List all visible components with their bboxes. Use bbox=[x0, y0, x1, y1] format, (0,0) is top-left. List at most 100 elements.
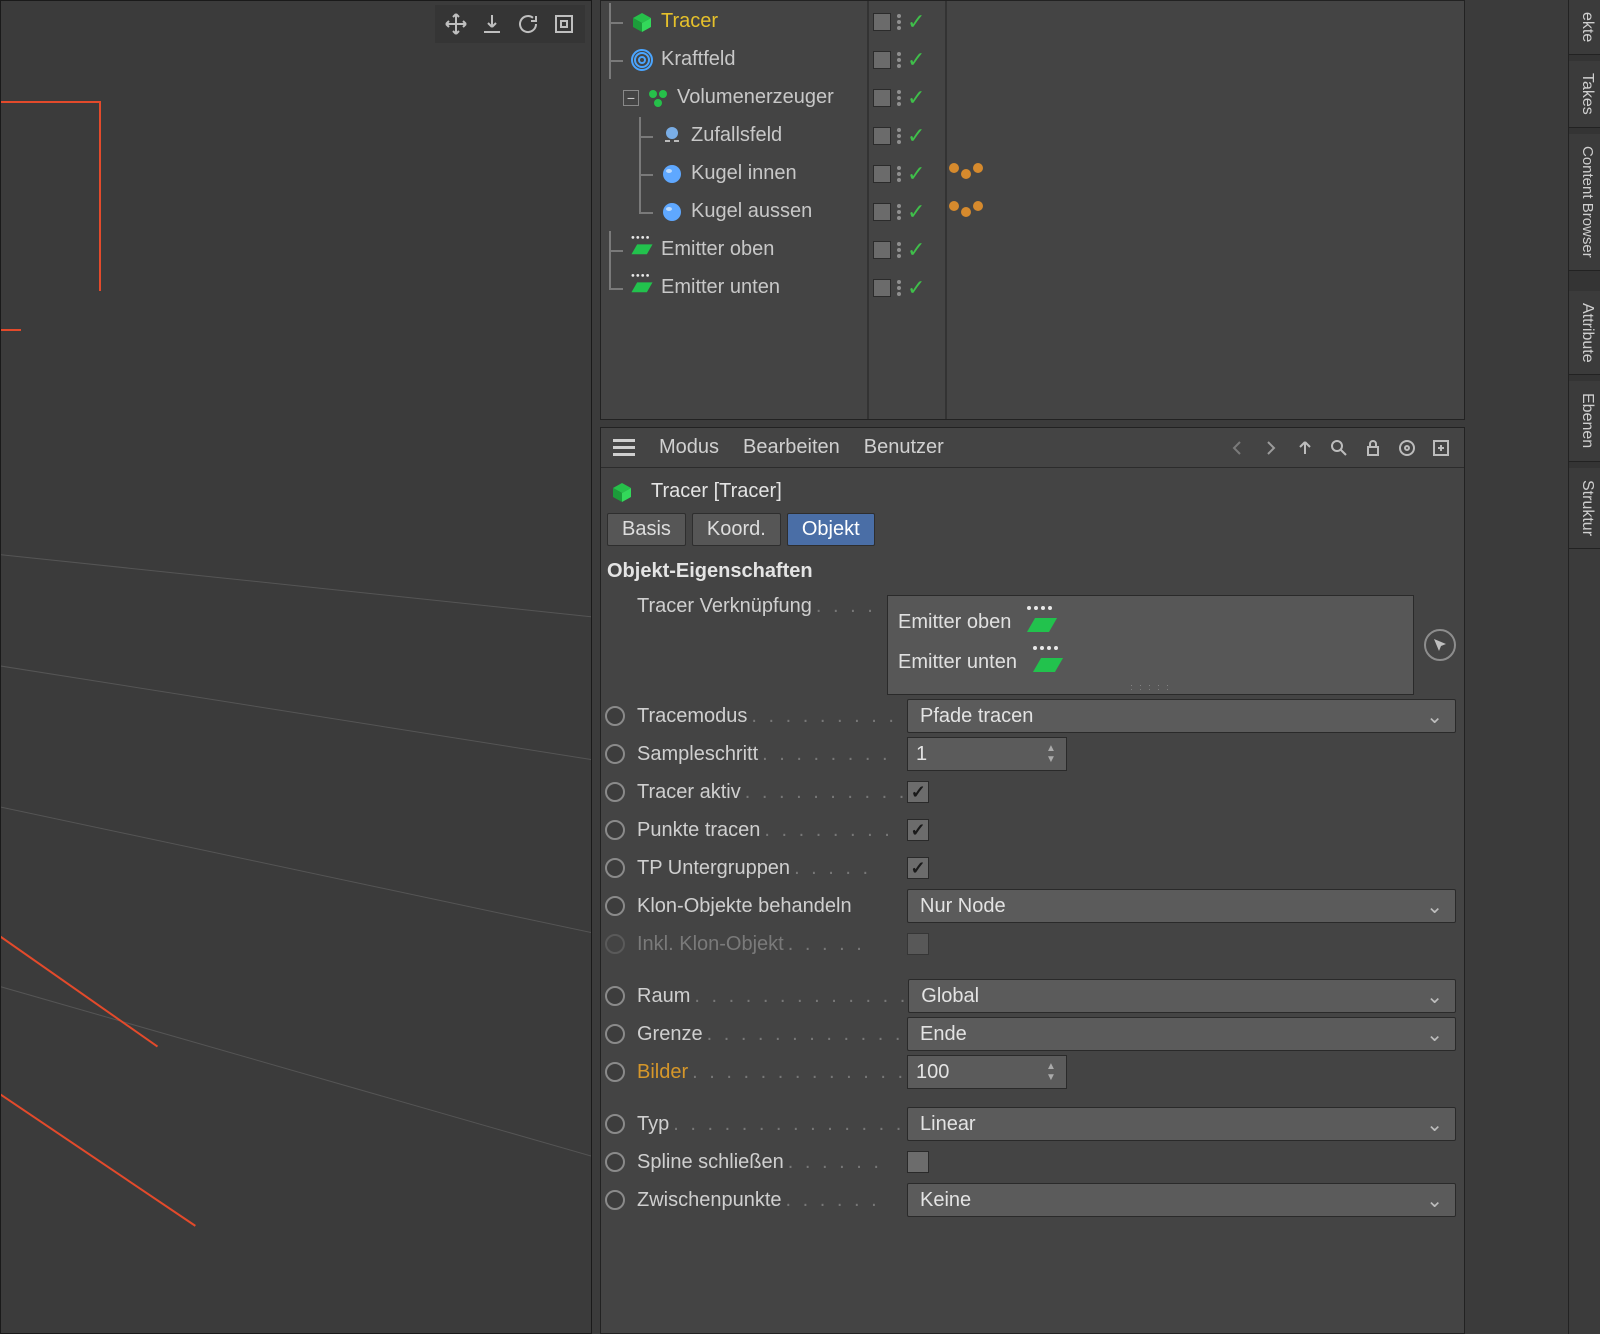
dropdown-raum[interactable]: Global ⌄ bbox=[908, 979, 1456, 1013]
object-name[interactable]: Kraftfeld bbox=[661, 48, 735, 71]
object-name[interactable]: Emitter oben bbox=[661, 238, 774, 261]
layer-dots-icon[interactable] bbox=[897, 128, 901, 144]
object-name[interactable]: Zufallsfeld bbox=[691, 124, 782, 147]
menu-user[interactable]: Benutzer bbox=[864, 436, 944, 459]
checkbox-spline-schliessen[interactable] bbox=[907, 1151, 929, 1173]
visibility-toggle[interactable] bbox=[873, 51, 891, 69]
object-row-emitter-unten[interactable]: Emitter unten ✓ bbox=[601, 269, 1464, 307]
anim-key-toggle[interactable] bbox=[605, 1190, 625, 1210]
layer-dots-icon[interactable] bbox=[897, 242, 901, 258]
object-row-tracer[interactable]: Tracer ✓ bbox=[601, 3, 1464, 41]
object-row-kraftfeld[interactable]: Kraftfeld ✓ bbox=[601, 41, 1464, 79]
visibility-toggle[interactable] bbox=[873, 127, 891, 145]
layer-dots-icon[interactable] bbox=[897, 204, 901, 220]
link-entry[interactable]: Emitter unten bbox=[898, 642, 1403, 682]
tab-basis[interactable]: Basis bbox=[607, 513, 686, 546]
enabled-check-icon[interactable]: ✓ bbox=[907, 199, 925, 225]
collapse-toggle[interactable]: − bbox=[623, 90, 639, 106]
side-tab-takes[interactable]: Takes bbox=[1569, 61, 1600, 128]
side-tab-content-browser[interactable]: Content Browser bbox=[1569, 134, 1600, 271]
viewport[interactable] bbox=[0, 0, 592, 1334]
nav-up-icon[interactable] bbox=[1294, 437, 1316, 459]
anim-key-toggle[interactable] bbox=[605, 986, 625, 1006]
anim-key-toggle[interactable] bbox=[605, 1114, 625, 1134]
object-row-kugel-aussen[interactable]: Kugel aussen ✓ bbox=[601, 193, 1464, 231]
dropdown-klon-objekte[interactable]: Nur Node ⌄ bbox=[907, 889, 1456, 923]
nav-back-icon[interactable] bbox=[1226, 437, 1248, 459]
visibility-toggle[interactable] bbox=[873, 241, 891, 259]
dropdown-typ[interactable]: Linear ⌄ bbox=[907, 1107, 1456, 1141]
move-tool-icon[interactable] bbox=[441, 9, 471, 39]
spinner-icon[interactable]: ▲▼ bbox=[1046, 1056, 1062, 1088]
enabled-check-icon[interactable]: ✓ bbox=[907, 123, 925, 149]
object-name[interactable]: Emitter unten bbox=[661, 276, 780, 299]
visibility-toggle[interactable] bbox=[873, 203, 891, 221]
object-row-zufallsfeld[interactable]: Zufallsfeld ✓ bbox=[601, 117, 1464, 155]
attribute-manager[interactable]: Modus Bearbeiten Benutzer Tracer [Tracer… bbox=[600, 427, 1465, 1334]
layer-dots-icon[interactable] bbox=[897, 90, 901, 106]
rotate-tool-icon[interactable] bbox=[513, 9, 543, 39]
checkbox-tp-untergruppen[interactable] bbox=[907, 857, 929, 879]
side-tab-struktur[interactable]: Struktur bbox=[1569, 468, 1600, 549]
nav-forward-icon[interactable] bbox=[1260, 437, 1282, 459]
object-name[interactable]: Kugel innen bbox=[691, 162, 797, 185]
input-bilder[interactable]: 100 ▲▼ bbox=[907, 1055, 1067, 1089]
anim-key-toggle[interactable] bbox=[605, 896, 625, 916]
menu-edit[interactable]: Bearbeiten bbox=[743, 436, 840, 459]
enabled-check-icon[interactable]: ✓ bbox=[907, 237, 925, 263]
checkbox-tracer-aktiv[interactable] bbox=[907, 781, 929, 803]
menu-icon[interactable] bbox=[613, 439, 635, 456]
dropdown-tracemodus[interactable]: Pfade tracen ⌄ bbox=[907, 699, 1456, 733]
viewport-canvas[interactable] bbox=[1, 1, 591, 1333]
anim-key-toggle[interactable] bbox=[605, 706, 625, 726]
visibility-toggle[interactable] bbox=[873, 13, 891, 31]
side-tab-objects[interactable]: ekte bbox=[1569, 0, 1600, 55]
object-manager[interactable]: Tracer ✓ Kraftfeld ✓ − Volumenerzeuger bbox=[600, 0, 1465, 420]
add-panel-icon[interactable] bbox=[1430, 437, 1452, 459]
dropdown-zwischenpunkte[interactable]: Keine ⌄ bbox=[907, 1183, 1456, 1217]
object-row-volumenerzeuger[interactable]: − Volumenerzeuger ✓ bbox=[601, 79, 1464, 117]
visibility-toggle[interactable] bbox=[873, 165, 891, 183]
lock-icon[interactable] bbox=[1362, 437, 1384, 459]
anim-key-toggle[interactable] bbox=[605, 858, 625, 878]
menu-mode[interactable]: Modus bbox=[659, 436, 719, 459]
anim-key-toggle[interactable] bbox=[605, 820, 625, 840]
side-tab-ebenen[interactable]: Ebenen bbox=[1569, 381, 1600, 461]
object-name[interactable]: Tracer bbox=[661, 10, 718, 33]
anim-key-toggle[interactable] bbox=[605, 1062, 625, 1082]
enabled-check-icon[interactable]: ✓ bbox=[907, 161, 925, 187]
object-name[interactable]: Volumenerzeuger bbox=[677, 86, 834, 109]
object-row-emitter-oben[interactable]: Emitter oben ✓ bbox=[601, 231, 1464, 269]
enabled-check-icon[interactable]: ✓ bbox=[907, 275, 925, 301]
enabled-check-icon[interactable]: ✓ bbox=[907, 85, 925, 111]
target-icon[interactable] bbox=[1396, 437, 1418, 459]
object-name[interactable]: Kugel aussen bbox=[691, 200, 812, 223]
object-row-kugel-innen[interactable]: Kugel innen ✓ bbox=[601, 155, 1464, 193]
dropdown-grenze[interactable]: Ende ⌄ bbox=[907, 1017, 1456, 1051]
anim-key-toggle[interactable] bbox=[605, 744, 625, 764]
spinner-icon[interactable]: ▲▼ bbox=[1046, 738, 1062, 770]
anim-key-toggle[interactable] bbox=[605, 1152, 625, 1172]
checkbox-punkte-tracen[interactable] bbox=[907, 819, 929, 841]
tab-objekt[interactable]: Objekt bbox=[787, 513, 875, 546]
visibility-toggle[interactable] bbox=[873, 89, 891, 107]
dynamics-tag-icon[interactable] bbox=[949, 169, 983, 179]
dynamics-tag-icon[interactable] bbox=[949, 207, 983, 217]
visibility-toggle[interactable] bbox=[873, 279, 891, 297]
link-entry[interactable]: Emitter oben bbox=[898, 602, 1403, 642]
layer-dots-icon[interactable] bbox=[897, 14, 901, 30]
side-tab-attribute[interactable]: Attribute bbox=[1569, 291, 1600, 376]
enabled-check-icon[interactable]: ✓ bbox=[907, 9, 925, 35]
resize-handle[interactable]: : : : : : bbox=[898, 682, 1403, 688]
anim-key-toggle[interactable] bbox=[605, 782, 625, 802]
layer-dots-icon[interactable] bbox=[897, 166, 901, 182]
pick-target-icon[interactable] bbox=[1424, 629, 1456, 661]
enabled-check-icon[interactable]: ✓ bbox=[907, 47, 925, 73]
frame-tool-icon[interactable] bbox=[549, 9, 579, 39]
layer-dots-icon[interactable] bbox=[897, 52, 901, 68]
anim-key-toggle[interactable] bbox=[605, 1024, 625, 1044]
drop-tool-icon[interactable] bbox=[477, 9, 507, 39]
link-list[interactable]: Emitter oben Emitter unten : : : : : bbox=[887, 595, 1414, 695]
input-sampleschritt[interactable]: 1 ▲▼ bbox=[907, 737, 1067, 771]
layer-dots-icon[interactable] bbox=[897, 280, 901, 296]
